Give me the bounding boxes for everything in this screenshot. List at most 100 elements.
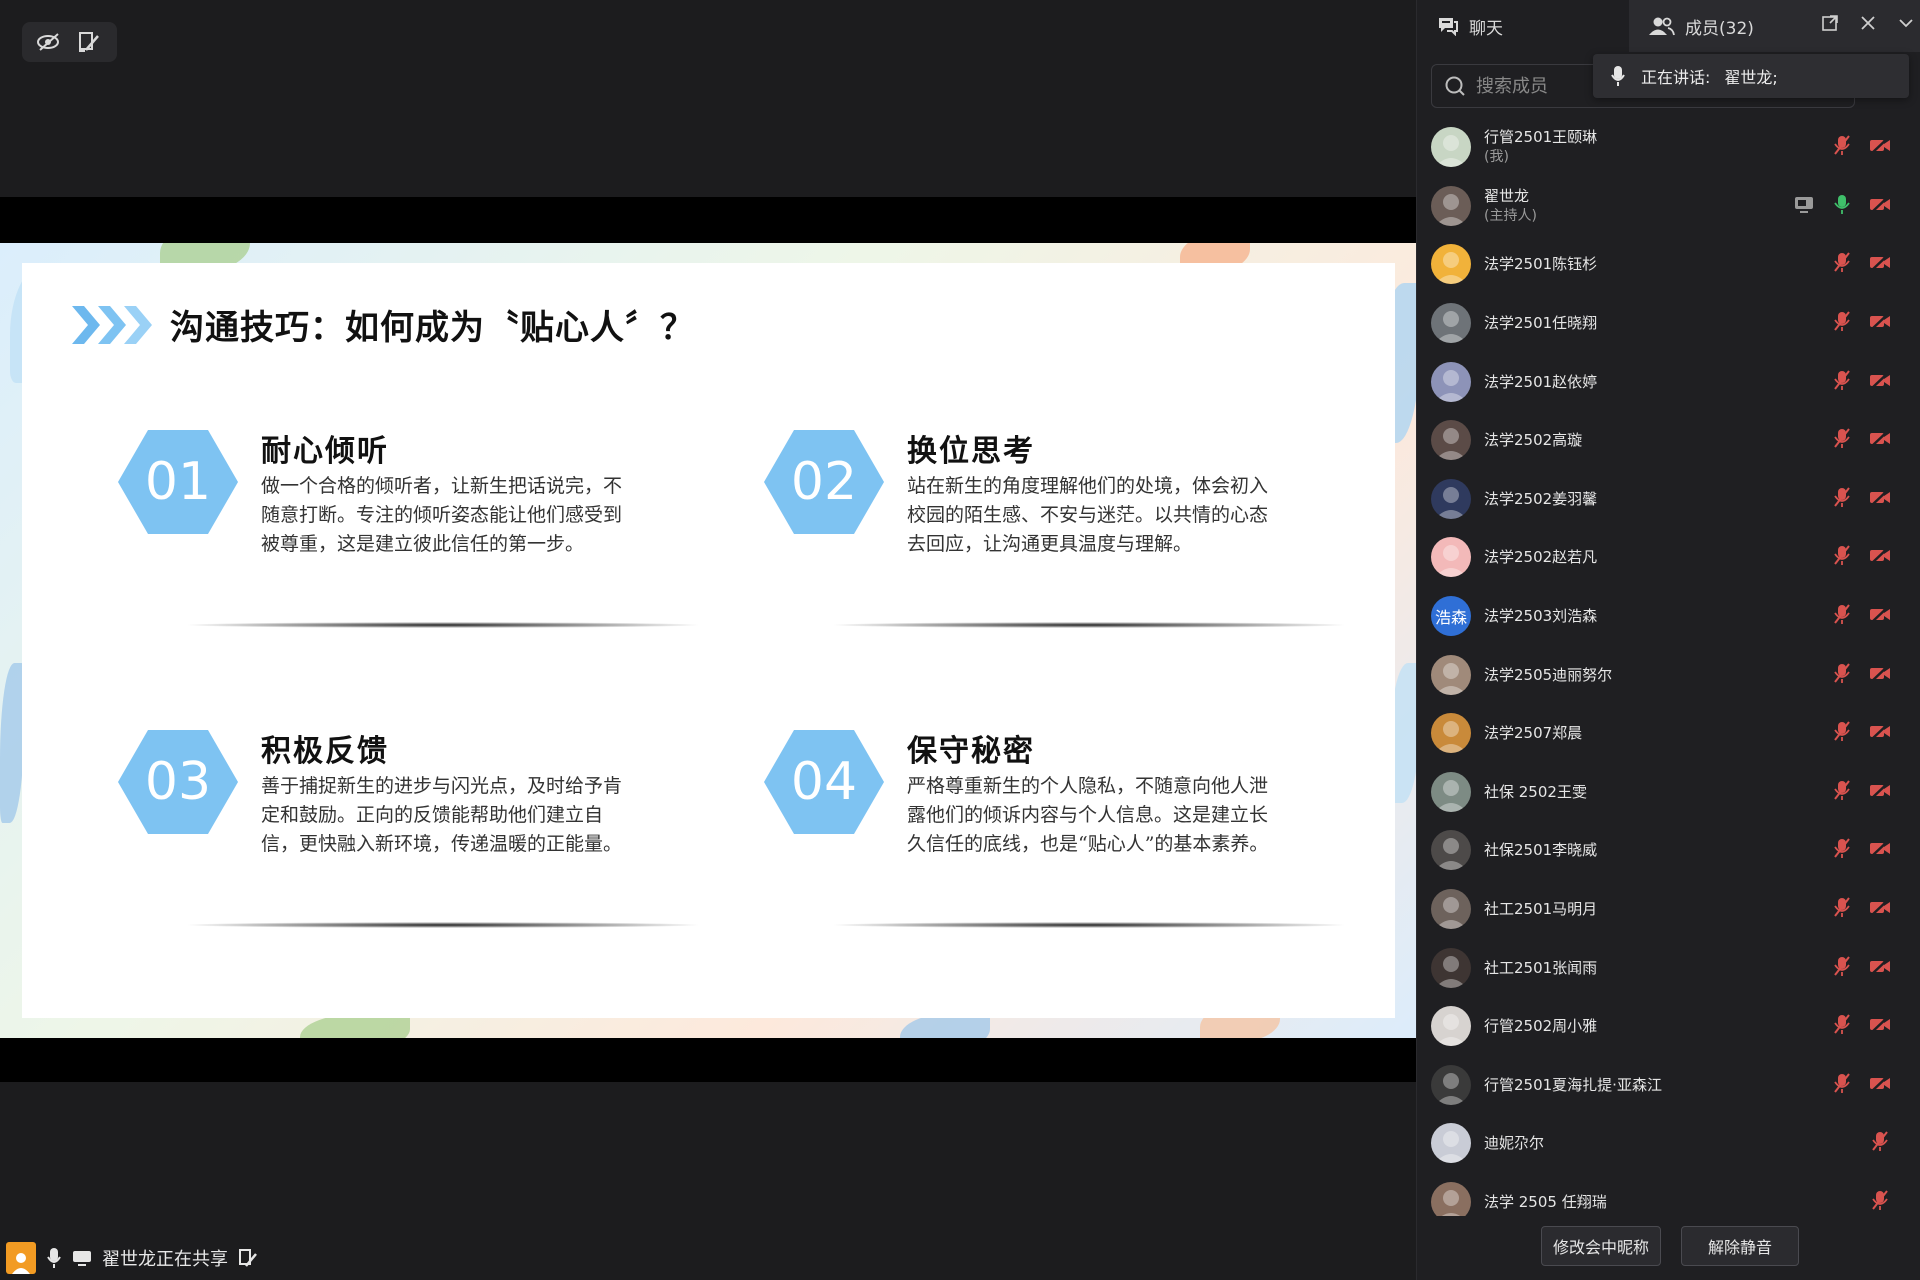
- member-name: 法学2501赵依婷: [1484, 372, 1598, 391]
- member-row[interactable]: 法学2502赵若凡: [1417, 528, 1920, 587]
- card-title: 耐心倾听: [261, 434, 389, 469]
- member-name: 行管2501夏海扎提·亚森江: [1484, 1075, 1662, 1094]
- camera-off-icon[interactable]: [1869, 779, 1891, 805]
- member-row[interactable]: 法学2501任晓翔: [1417, 294, 1920, 353]
- microphone-muted-icon[interactable]: [1831, 251, 1853, 277]
- annotate-pen-icon[interactable]: [238, 1248, 258, 1268]
- microphone-muted-icon[interactable]: [1831, 544, 1853, 570]
- member-status-icons: [1831, 1013, 1891, 1039]
- member-status-icons: [1831, 720, 1891, 746]
- rename-in-meeting-button[interactable]: 修改会中昵称: [1541, 1226, 1661, 1266]
- microphone-muted-icon[interactable]: [1831, 1072, 1853, 1098]
- camera-off-icon[interactable]: [1869, 310, 1891, 336]
- member-row[interactable]: 法学2502高璇: [1417, 411, 1920, 470]
- camera-off-icon[interactable]: [1869, 1013, 1891, 1039]
- member-name: 翟世龙: [1484, 186, 1530, 205]
- member-row[interactable]: 迪妮尕尔: [1417, 1114, 1920, 1173]
- microphone-muted-icon[interactable]: [1831, 1013, 1853, 1039]
- pop-out-icon[interactable]: [1821, 14, 1839, 32]
- member-row[interactable]: 法学2501陈钰杉: [1417, 235, 1920, 294]
- microphone-muted-icon[interactable]: [1869, 1189, 1891, 1215]
- microphone-muted-icon[interactable]: [1831, 310, 1853, 336]
- panel-tabs: 聊天 成员(32): [1417, 0, 1920, 52]
- microphone-muted-icon[interactable]: [1831, 369, 1853, 395]
- member-row[interactable]: 社保2501李晓威: [1417, 821, 1920, 880]
- member-status-icons: [1831, 427, 1891, 453]
- microphone-muted-icon[interactable]: [1831, 955, 1853, 981]
- camera-off-icon[interactable]: [1869, 662, 1891, 688]
- members-panel: 聊天 成员(32) 正在讲话: 翟世龙; 行管2501王颐琳 (我) 翟世龙 (主持人…: [1416, 0, 1920, 1280]
- camera-off-icon[interactable]: [1869, 1072, 1891, 1098]
- microphone-muted-icon[interactable]: [1831, 896, 1853, 922]
- camera-off-icon[interactable]: [1869, 427, 1891, 453]
- member-row[interactable]: 社工2501张闻雨: [1417, 938, 1920, 997]
- view-toolbar: [22, 22, 117, 62]
- member-row[interactable]: 浩森 法学2503刘浩森: [1417, 587, 1920, 646]
- camera-off-icon[interactable]: [1869, 134, 1891, 160]
- member-info: 社工2501张闻雨: [1484, 958, 1597, 978]
- hide-eye-icon[interactable]: [36, 30, 62, 54]
- member-row[interactable]: 法学2507郑晨: [1417, 704, 1920, 763]
- user-avatar-icon[interactable]: [6, 1242, 36, 1274]
- camera-off-icon[interactable]: [1869, 603, 1891, 629]
- member-row[interactable]: 法学2501赵依婷: [1417, 352, 1920, 411]
- member-row[interactable]: 法学2505迪丽努尔: [1417, 645, 1920, 704]
- camera-off-icon[interactable]: [1869, 369, 1891, 395]
- tip-card-empathy: 02 换位思考 站在新生的角度理解他们的处境，体会初入校园的陌生感、不安与迷茫。…: [764, 430, 1344, 628]
- member-row[interactable]: 行管2502周小雅: [1417, 997, 1920, 1056]
- microphone-muted-icon[interactable]: [1831, 837, 1853, 863]
- avatar: [1431, 830, 1471, 871]
- camera-off-icon[interactable]: [1869, 837, 1891, 863]
- camera-off-icon[interactable]: [1869, 193, 1891, 219]
- member-row[interactable]: 翟世龙 (主持人): [1417, 177, 1920, 236]
- screen-share-icon[interactable]: [72, 1249, 92, 1267]
- tab-chat[interactable]: 聊天: [1417, 0, 1629, 52]
- chevron-down-icon[interactable]: [1897, 14, 1915, 32]
- member-row[interactable]: 法学2502姜羽馨: [1417, 470, 1920, 529]
- camera-off-icon[interactable]: [1869, 251, 1891, 277]
- card-number: 01: [144, 452, 212, 512]
- camera-off-icon[interactable]: [1869, 544, 1891, 570]
- microphone-icon[interactable]: [1831, 193, 1853, 219]
- member-row[interactable]: 法学 2505 任翔瑞: [1417, 1173, 1920, 1216]
- card-number: 02: [790, 452, 858, 512]
- microphone-muted-icon[interactable]: [1831, 486, 1853, 512]
- microphone-icon[interactable]: [46, 1247, 62, 1269]
- member-name: 法学2502赵若凡: [1484, 548, 1598, 567]
- member-name: 社保2501李晓威: [1484, 841, 1598, 860]
- card-divider-shadow: [834, 622, 1344, 628]
- member-status-icons: [1831, 1072, 1891, 1098]
- member-info: 法学2501陈钰杉: [1484, 254, 1597, 274]
- microphone-muted-icon[interactable]: [1831, 603, 1853, 629]
- member-info: 法学2501任晓翔: [1484, 313, 1597, 333]
- close-icon[interactable]: [1859, 14, 1877, 32]
- member-info: 法学2502赵若凡: [1484, 547, 1597, 567]
- microphone-muted-icon[interactable]: [1831, 662, 1853, 688]
- member-row[interactable]: 行管2501王颐琳 (我): [1417, 118, 1920, 177]
- avatar: [1431, 244, 1471, 285]
- camera-off-icon[interactable]: [1869, 896, 1891, 922]
- camera-off-icon[interactable]: [1869, 486, 1891, 512]
- microphone-icon: [1611, 66, 1625, 86]
- camera-off-icon[interactable]: [1869, 720, 1891, 746]
- microphone-muted-icon[interactable]: [1831, 427, 1853, 453]
- microphone-muted-icon[interactable]: [1869, 1130, 1891, 1156]
- avatar: [1431, 537, 1471, 578]
- member-row[interactable]: 行管2501夏海扎提·亚森江: [1417, 1056, 1920, 1115]
- avatar: [1431, 947, 1471, 988]
- camera-off-icon[interactable]: [1869, 955, 1891, 981]
- card-number: 04: [790, 752, 858, 812]
- chevrons-icon: [72, 305, 152, 344]
- member-row[interactable]: 社工2501马明月: [1417, 880, 1920, 939]
- microphone-muted-icon[interactable]: [1831, 779, 1853, 805]
- slide-title: 沟通技巧：如何成为〝贴心人〞？: [170, 308, 695, 348]
- microphone-muted-icon[interactable]: [1831, 134, 1853, 160]
- avatar: [1431, 654, 1471, 695]
- member-row[interactable]: 社保 2502王雯: [1417, 763, 1920, 822]
- member-info: 翟世龙 (主持人): [1484, 186, 1537, 226]
- annotate-pen-icon[interactable]: [76, 30, 102, 54]
- tab-chat-label: 聊天: [1469, 18, 1503, 39]
- unmute-all-button[interactable]: 解除静音: [1681, 1226, 1799, 1266]
- member-status-icons: [1831, 310, 1891, 336]
- microphone-muted-icon[interactable]: [1831, 720, 1853, 746]
